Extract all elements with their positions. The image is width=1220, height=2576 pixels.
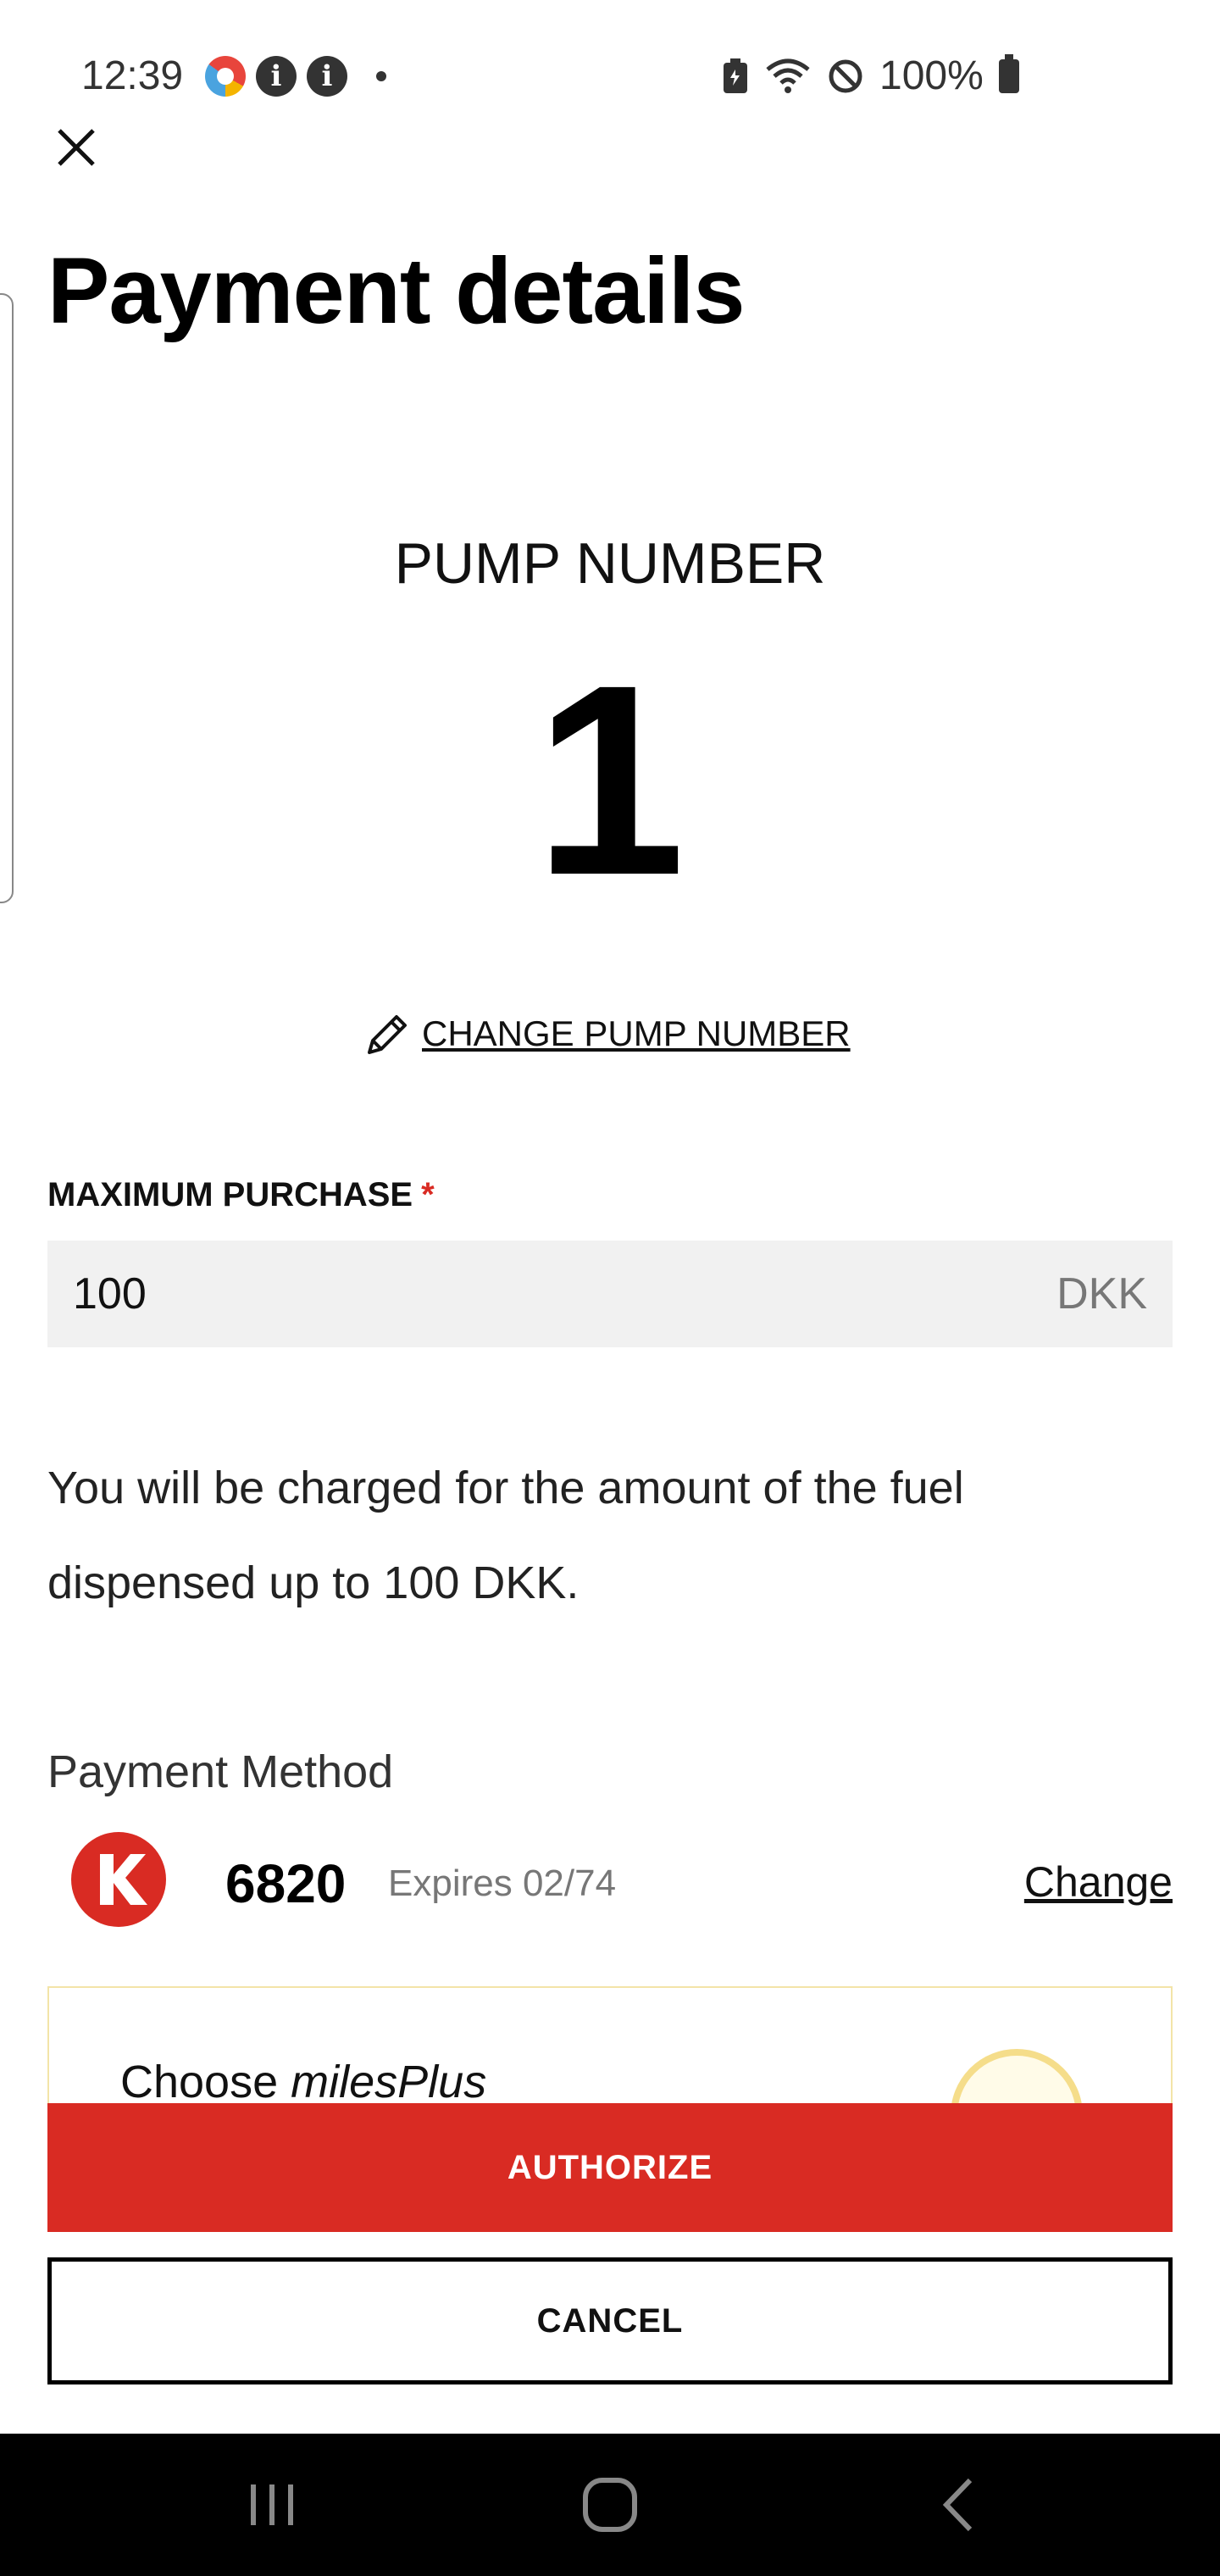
- currency-unit: DKK: [1056, 1269, 1147, 1319]
- pump-number-value: 1: [535, 628, 685, 931]
- dot-icon: [376, 71, 386, 81]
- payment-method-title: Payment Method: [47, 1746, 394, 1797]
- system-icons: 100%: [722, 53, 1019, 99]
- notification-icons: i i: [205, 56, 386, 97]
- required-marker: *: [421, 1176, 435, 1213]
- milesplus-option[interactable]: Choose milesPlus: [47, 1986, 1173, 2105]
- status-bar: 12:39 i i 100%: [0, 0, 1220, 153]
- close-icon: [58, 129, 95, 166]
- pump-number-label: PUMP NUMBER: [394, 531, 826, 596]
- do-not-disturb-icon: [829, 59, 862, 92]
- amount-value[interactable]: 100: [73, 1269, 147, 1319]
- battery-saver-icon: [724, 58, 747, 93]
- home-button[interactable]: [525, 2434, 695, 2576]
- status-time: 12:39: [81, 53, 184, 98]
- coin-icon: [951, 2049, 1083, 2105]
- change-pump-number-label: CHANGE PUMP NUMBER: [422, 1013, 851, 1053]
- pencil-icon: [368, 1015, 407, 1054]
- card-expiry: Expires 02/74: [388, 1863, 617, 1904]
- maximum-purchase-input[interactable]: 100 DKK: [47, 1241, 1173, 1347]
- circle-k-logo-icon: [71, 1832, 166, 1927]
- close-button[interactable]: [53, 124, 100, 171]
- system-navigation-bar: [0, 2434, 1220, 2576]
- payment-method-row: 6820 Expires 02/74 Change: [47, 1829, 1173, 1930]
- wifi-icon: [766, 58, 810, 93]
- authorize-button[interactable]: AUTHORIZE: [47, 2103, 1173, 2232]
- milesplus-prefix: Choose: [120, 2057, 291, 2105]
- info-icon: i: [256, 56, 297, 97]
- charge-notice: You will be charged for the amount of th…: [47, 1441, 1149, 1630]
- recents-button[interactable]: [188, 2434, 358, 2576]
- milesplus-label: Choose milesPlus: [120, 2056, 486, 2105]
- charge-notice-line-2: dispensed up to 100 DKK.: [47, 1557, 580, 1608]
- milesplus-brand: milesPlus: [291, 2057, 487, 2105]
- maximum-purchase-label: MAXIMUM PURCHASE *: [47, 1176, 435, 1214]
- battery-percent: 100%: [879, 53, 984, 98]
- k-logo-icon: [100, 1854, 147, 1905]
- info-icon: i: [307, 56, 347, 97]
- change-pump-number-link[interactable]: CHANGE PUMP NUMBER: [363, 1008, 851, 1059]
- back-button[interactable]: [873, 2434, 1042, 2576]
- payment-details-screen: 12:39 i i 100% Payment details PUMP NUMB…: [0, 0, 1220, 2576]
- back-icon: [942, 2478, 973, 2532]
- change-payment-method-link[interactable]: Change: [1024, 1857, 1173, 1907]
- home-icon: [583, 2478, 637, 2532]
- battery-icon: [998, 53, 1019, 93]
- recents-icon: [251, 2484, 293, 2525]
- app-notification-icon: [205, 56, 246, 97]
- charge-notice-line-1: You will be charged for the amount of th…: [47, 1463, 964, 1513]
- card-number: 6820: [225, 1853, 347, 1914]
- page-title: Payment details: [47, 239, 746, 343]
- cancel-button[interactable]: CANCEL: [47, 2257, 1173, 2384]
- maximum-purchase-text: MAXIMUM PURCHASE: [47, 1176, 413, 1213]
